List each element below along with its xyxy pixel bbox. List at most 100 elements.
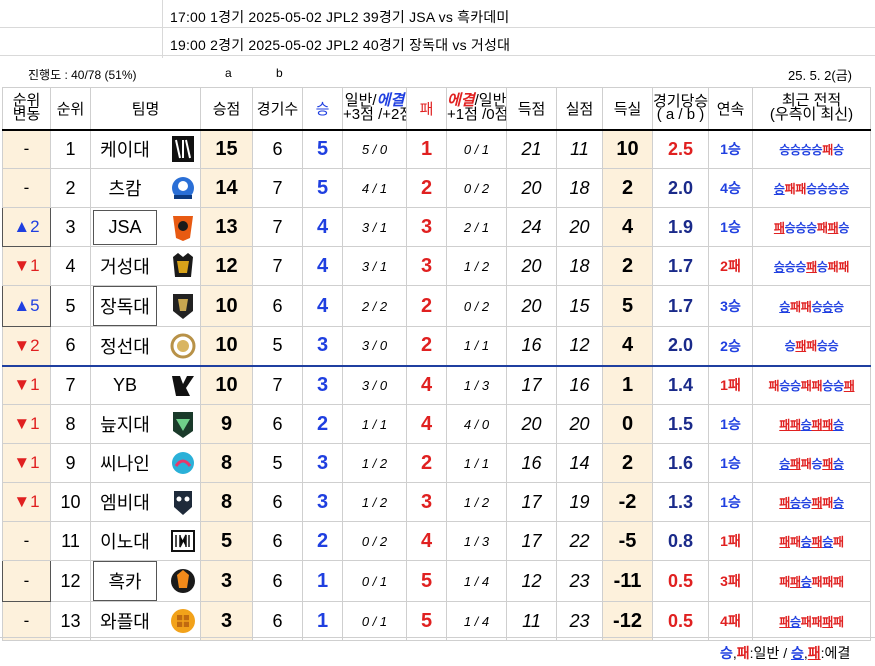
goals-against: 19 — [556, 482, 603, 522]
team-cell[interactable]: 흑카 — [90, 560, 201, 602]
recent-result: 패 — [795, 339, 807, 354]
recent-result: 승 — [833, 378, 844, 393]
loss-split: 4 / 0 — [446, 404, 507, 444]
goals-against: 12 — [556, 326, 603, 367]
recent-record: 패패승패패승 — [752, 404, 871, 444]
recent-result: 승 — [811, 142, 823, 157]
header-wins: 승 — [302, 87, 343, 131]
table-row[interactable]: -12 흑카 3 6 1 0 / 151 / 4 12 23 -11 0.5 3패 패패승패패패 — [2, 560, 871, 602]
team-name: YB — [112, 374, 137, 395]
table-row[interactable]: ▲2 3 JSA 13 7 4 3 / 132 / 1 24 20 4 1.9 1승 패승승승패패승 — [2, 207, 871, 247]
schedule-row-2: 19:00 2경기 2025-05-02 JPL2 40경기 장독대 vs 거성… — [0, 30, 875, 56]
streak: 1패 — [708, 365, 753, 405]
recent-result: 승 — [779, 378, 790, 393]
goal-diff: 2 — [602, 168, 653, 208]
goals-against: 20 — [556, 404, 603, 444]
recent-result: 패 — [811, 495, 823, 510]
recent-result: 패 — [811, 534, 823, 549]
recent-result: 승 — [827, 181, 839, 196]
table-row[interactable]: -2 츠캄 14 7 5 4 / 120 / 2 20 18 2 2.0 4승 승패패승승승승 — [2, 168, 871, 208]
table-row[interactable]: ▼1 10 엠비대 8 6 3 1 / 231 / 2 17 19 -2 1.3 1승 패승승패패승 — [2, 482, 871, 522]
table-row[interactable]: ▲5 5 장독대 10 6 4 2 / 220 / 2 20 15 5 1.7 3승 승패패승승승 — [2, 285, 871, 327]
goals-for: 16 — [506, 326, 557, 367]
recent-result: 승 — [833, 142, 844, 157]
wins: 4 — [302, 246, 343, 286]
points-per-game: 0.5 — [652, 560, 709, 602]
recent-result: 패 — [822, 417, 833, 432]
goal-diff: -2 — [602, 482, 653, 522]
points: 12 — [200, 246, 253, 286]
team-cell[interactable]: 정선대 — [90, 326, 201, 367]
recent-result: 승 — [800, 495, 812, 510]
table-row[interactable]: ▼1 9 씨나인 8 5 3 1 / 221 / 1 16 14 2 1.6 1승 승패패승패승 — [2, 443, 871, 483]
team-cell[interactable]: 장독대 — [90, 285, 201, 327]
points: 8 — [200, 482, 253, 522]
recent-result: 승 — [816, 259, 828, 274]
team-logo-icon — [172, 452, 194, 474]
win-split: 3 / 1 — [342, 246, 407, 286]
recent-result: 패 — [833, 574, 844, 589]
losses: 2 — [406, 168, 447, 208]
recent-result: 패 — [806, 259, 817, 274]
points: 3 — [200, 601, 253, 641]
wins: 3 — [302, 365, 343, 405]
team-cell[interactable]: 와플대 — [90, 601, 201, 641]
team-cell[interactable]: 츠캄 — [90, 168, 201, 208]
team-cell[interactable]: 이노대 — [90, 521, 201, 561]
team-cell[interactable]: JSA — [90, 207, 201, 247]
team-name: 흑카 — [93, 561, 157, 601]
goals-against: 23 — [556, 601, 603, 641]
column-a-label: a — [225, 66, 232, 80]
rank-change: ▼1 — [2, 246, 51, 286]
recent-result: 패 — [816, 220, 828, 235]
rank: 6 — [50, 326, 91, 367]
recent-record: 패패승패패패 — [752, 560, 871, 602]
table-row[interactable]: -11 이노대 5 6 2 0 / 241 / 3 17 22 -5 0.8 1패 패패승패승패 — [2, 521, 871, 561]
win-split: 1 / 1 — [342, 404, 407, 444]
table-row[interactable]: -1 케이대 15 6 5 5 / 010 / 1 21 11 10 2.5 1승 승승승승패승 — [2, 129, 871, 169]
table-row[interactable]: ▼2 6 정선대 10 5 3 3 / 021 / 1 16 12 4 2.0 2승 승패패승승 — [2, 326, 871, 367]
goals-against: 16 — [556, 365, 603, 405]
team-name: 엠비대 — [100, 493, 150, 513]
points-per-game: 1.7 — [652, 285, 709, 327]
points-per-game: 2.0 — [652, 326, 709, 367]
win-split: 1 / 2 — [342, 443, 407, 483]
recent-result: 패 — [806, 339, 817, 354]
team-cell[interactable]: 거성대 — [90, 246, 201, 286]
rank: 10 — [50, 482, 91, 522]
team-cell[interactable]: 케이대 — [90, 129, 201, 169]
team-cell[interactable]: 씨나인 — [90, 443, 201, 483]
goal-diff: 4 — [602, 326, 653, 367]
points: 9 — [200, 404, 253, 444]
goals-for: 11 — [506, 601, 557, 641]
table-row[interactable]: ▼1 4 거성대 12 7 4 3 / 131 / 2 20 18 2 1.7 2패 승승승패승패패 — [2, 246, 871, 286]
recent-result: 패 — [843, 378, 855, 393]
team-cell[interactable]: 엠비대 — [90, 482, 201, 522]
goal-diff: 0 — [602, 404, 653, 444]
recent-result: 패 — [790, 456, 801, 471]
team-cell[interactable]: 늪지대 — [90, 404, 201, 444]
points-per-game: 2.0 — [652, 168, 709, 208]
recent-record: 승패패승승 — [752, 326, 871, 367]
header-win-split: 일반/에결 +3점 /+2점 — [342, 87, 407, 131]
table-row[interactable]: ▼1 8 늪지대 9 6 2 1 / 144 / 0 20 20 0 1.5 1승 패패승패패승 — [2, 404, 871, 444]
header-goals-for: 득점 — [506, 87, 557, 131]
team-cell[interactable]: YB — [90, 365, 201, 405]
recent-result: 패 — [800, 378, 812, 393]
goals-for: 20 — [506, 246, 557, 286]
team-name: 장독대 — [93, 286, 157, 326]
win-split: 4 / 1 — [342, 168, 407, 208]
header-rate: 경기당승점( a / b ) — [652, 87, 709, 131]
table-row[interactable]: ▼1 7 YB 10 7 3 3 / 041 / 3 17 16 1 1.4 1패 패승승패패승승패 — [2, 365, 871, 405]
recent-result: 패 — [784, 181, 796, 196]
win-split: 2 / 2 — [342, 285, 407, 327]
recent-result: 패 — [827, 259, 839, 274]
rank-change: - — [2, 129, 51, 169]
goal-diff: -5 — [602, 521, 653, 561]
streak: 1승 — [708, 443, 753, 483]
wins: 2 — [302, 521, 343, 561]
points: 10 — [200, 285, 253, 327]
table-row[interactable]: -13 와플대 3 6 1 0 / 151 / 4 11 23 -12 0.5 4패 패승패패패패 — [2, 601, 871, 641]
recent-result: 승 — [790, 142, 801, 157]
losses: 4 — [406, 404, 447, 444]
